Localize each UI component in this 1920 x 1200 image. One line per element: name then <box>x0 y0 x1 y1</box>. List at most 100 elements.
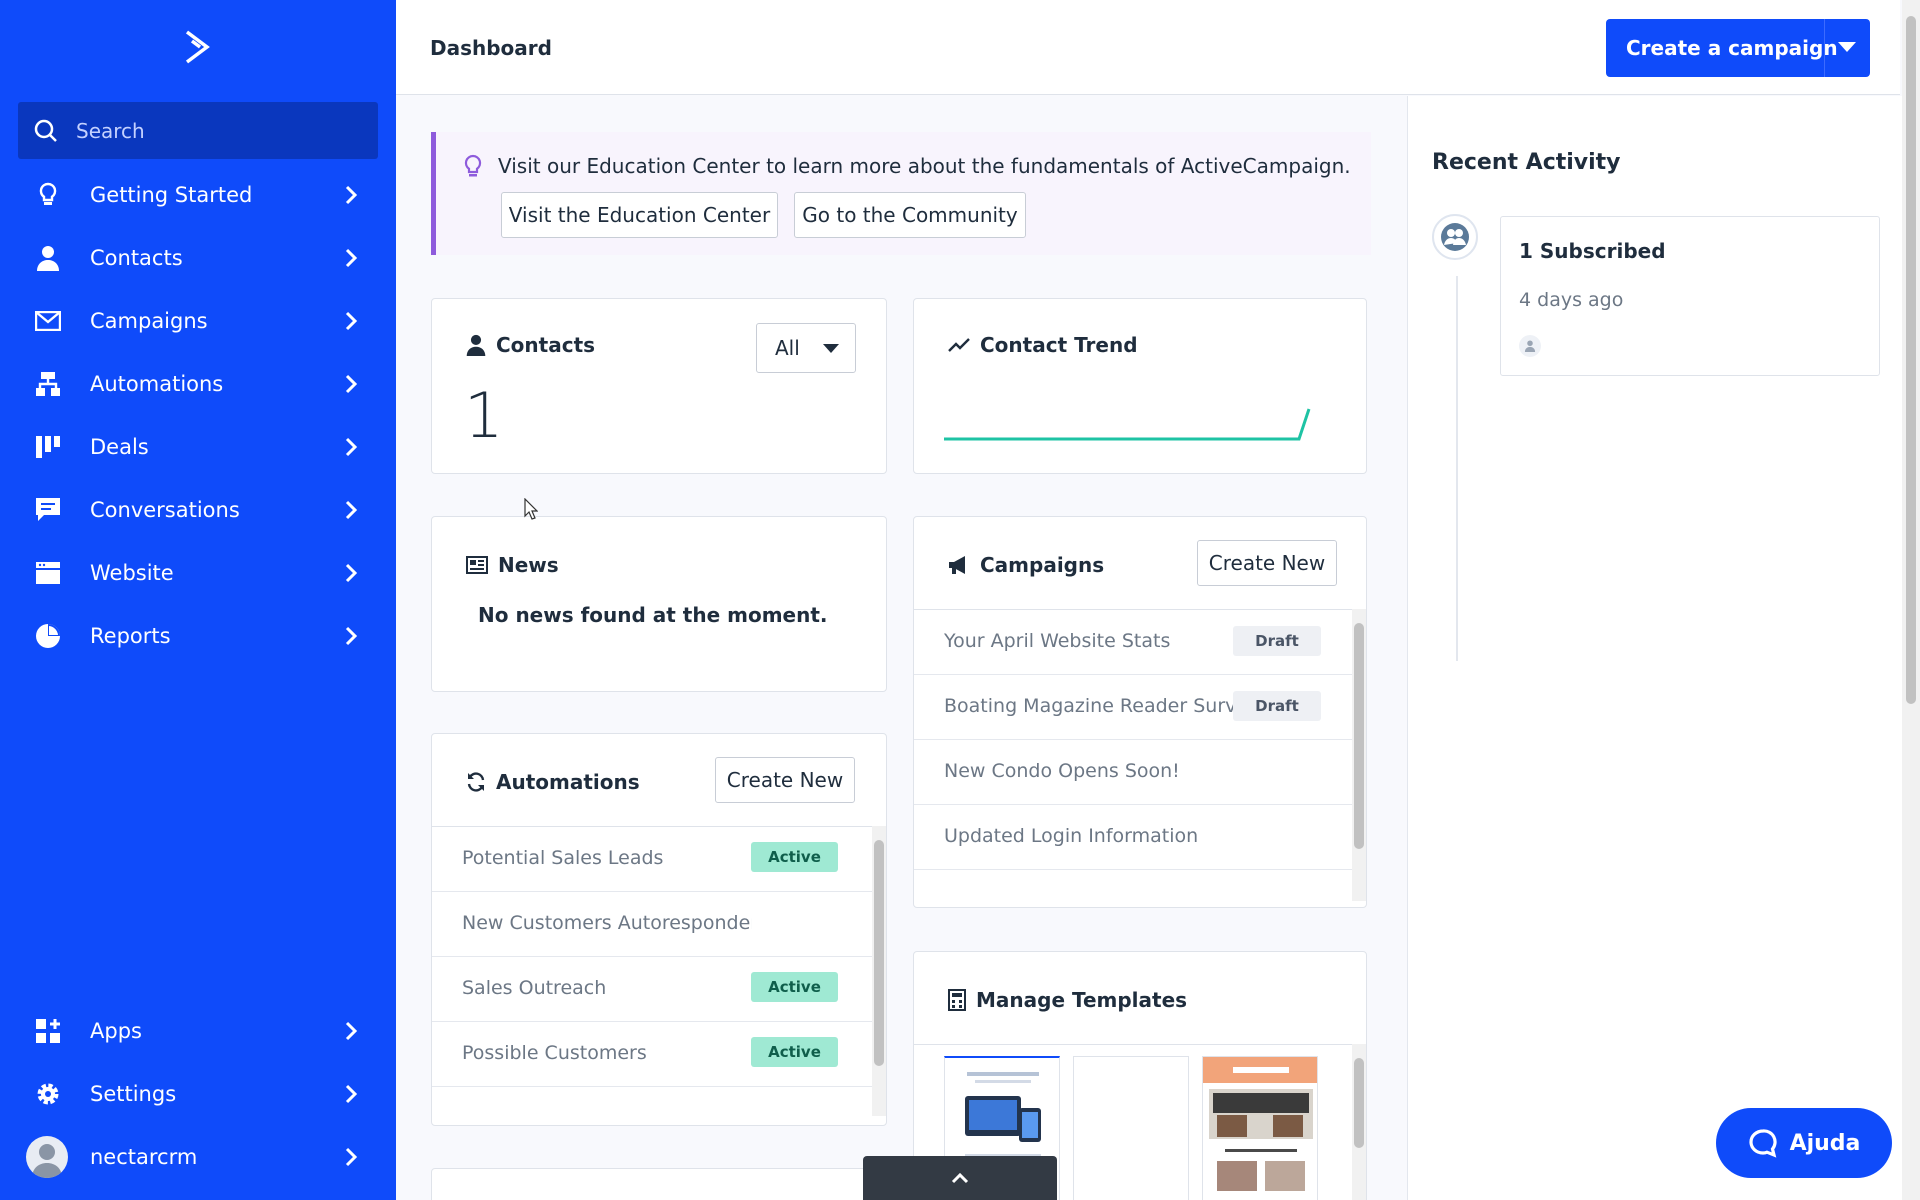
campaigns-title: Campaigns <box>980 553 1105 577</box>
campaign-name: Updated Login Information <box>944 825 1199 847</box>
sidebar-item-automations[interactable]: Automations <box>0 354 396 414</box>
sidebar-item-website[interactable]: Website <box>0 543 396 603</box>
person-icon <box>34 244 62 272</box>
status-badge: Active <box>751 842 838 872</box>
news-empty-message: No news found at the moment. <box>478 603 828 627</box>
sidebar-item-label: Apps <box>90 1019 142 1043</box>
contacts-group-icon <box>1432 214 1478 260</box>
list-item[interactable]: Sales Outreach Active <box>432 957 886 1022</box>
recent-activity-panel: Recent Activity 1 Subscribed 4 days ago <box>1407 96 1902 1200</box>
campaigns-list: Your April Website Stats Draft Boating M… <box>914 609 1366 907</box>
template-thumbnail[interactable] <box>1202 1056 1318 1200</box>
automations-scrollbar[interactable] <box>872 826 886 1116</box>
news-title: News <box>498 553 559 577</box>
search-box[interactable] <box>18 102 378 159</box>
templates-divider <box>914 1044 1366 1045</box>
lightbulb-icon <box>34 181 62 209</box>
templates-scrollbar[interactable] <box>1352 1044 1366 1200</box>
expand-panel-button[interactable] <box>863 1156 1057 1200</box>
page-scrollbar[interactable] <box>1902 0 1920 1200</box>
list-item[interactable]: Your April Website Stats Draft <box>914 610 1366 675</box>
button-divider <box>1824 19 1825 77</box>
status-badge: Draft <box>1233 626 1321 656</box>
create-campaign-button[interactable]: Create a campaign <box>1606 19 1870 77</box>
sidebar-item-label: Automations <box>90 372 224 396</box>
calculator-icon <box>948 989 966 1011</box>
automation-icon <box>34 370 62 398</box>
list-item[interactable]: New Condo Opens Soon! <box>914 740 1366 805</box>
contacts-filter-select[interactable]: All <box>756 323 856 373</box>
visit-education-center-button[interactable]: Visit the Education Center <box>501 192 778 238</box>
campaigns-card: Campaigns Create New Your April Website … <box>913 516 1367 908</box>
sidebar-item-account[interactable]: nectarcrm <box>0 1127 396 1187</box>
sidebar-item-contacts[interactable]: Contacts <box>0 228 396 288</box>
card-title: Manage Templates <box>948 988 1187 1012</box>
sidebar-item-label: Contacts <box>90 246 183 270</box>
automation-name: Potential Sales Leads <box>462 847 664 869</box>
newspaper-icon <box>466 556 488 574</box>
sidebar-item-settings[interactable]: Settings <box>0 1064 396 1124</box>
card-title: Contacts <box>466 333 595 357</box>
list-item[interactable] <box>432 1087 886 1125</box>
caret-down-icon[interactable] <box>1838 42 1856 52</box>
create-new-campaign-button[interactable]: Create New <box>1197 540 1337 586</box>
card-title: Campaigns <box>948 553 1104 577</box>
list-item[interactable]: New Customers Autoresponder <box>432 892 886 957</box>
contact-trend-card: Contact Trend <box>913 298 1367 474</box>
automations-card: Automations Create New Potential Sales L… <box>431 733 887 1126</box>
megaphone-icon <box>949 556 965 574</box>
contacts-count: 1 <box>464 379 504 452</box>
sidebar-item-deals[interactable]: Deals <box>0 417 396 477</box>
list-item[interactable]: Possible Customers Active <box>432 1022 886 1087</box>
card-title: Contact Trend <box>948 333 1138 357</box>
envelope-icon <box>34 307 62 335</box>
contacts-title: Contacts <box>496 333 596 357</box>
sidebar-item-getting-started[interactable]: Getting Started <box>0 165 396 225</box>
recent-activity-title: Recent Activity <box>1432 150 1621 175</box>
sidebar-item-reports[interactable]: Reports <box>0 606 396 666</box>
activecampaign-logo[interactable] <box>183 29 213 65</box>
help-button[interactable]: Ajuda <box>1716 1108 1892 1178</box>
automation-name: New Customers Autoresponder <box>462 912 752 934</box>
search-icon <box>34 119 57 142</box>
card-title: News <box>466 553 559 577</box>
person-icon <box>1519 335 1541 357</box>
search-input[interactable] <box>76 118 356 143</box>
sidebar-item-label: Deals <box>90 435 149 459</box>
pipeline-icon <box>34 433 62 461</box>
sidebar-item-apps[interactable]: Apps <box>0 1001 396 1061</box>
status-badge: Active <box>751 1037 838 1067</box>
go-to-community-button[interactable]: Go to the Community <box>794 192 1026 238</box>
template-thumbnail-blank[interactable] <box>1073 1056 1189 1200</box>
sidebar-item-label: Reports <box>90 624 171 648</box>
list-item[interactable]: Boating Magazine Reader Survey Draft <box>914 675 1366 740</box>
chevron-right-icon <box>345 248 358 268</box>
list-item[interactable]: Potential Sales Leads Active <box>432 827 886 892</box>
contact-trend-sparkline <box>944 408 1311 441</box>
chevron-right-icon <box>345 185 358 205</box>
chevron-up-icon <box>951 1172 969 1184</box>
list-item[interactable]: Updated Login Information <box>914 805 1366 870</box>
website-icon <box>34 559 62 587</box>
sidebar-item-conversations[interactable]: Conversations <box>0 480 396 540</box>
scrollbar-thumb[interactable] <box>1354 623 1364 849</box>
sidebar-item-label: Getting Started <box>90 183 253 207</box>
chat-bubble-icon <box>1748 1129 1777 1158</box>
create-campaign-label: Create a campaign <box>1626 36 1838 60</box>
sidebar-item-campaigns[interactable]: Campaigns <box>0 291 396 351</box>
scrollbar-thumb[interactable] <box>874 840 884 1066</box>
activity-item[interactable]: 1 Subscribed 4 days ago <box>1500 216 1880 376</box>
list-item[interactable] <box>914 870 1366 907</box>
scrollbar-thumb[interactable] <box>1354 1058 1364 1148</box>
activity-time: 4 days ago <box>1519 289 1624 311</box>
banner-text: Visit our Education Center to learn more… <box>498 154 1351 178</box>
next-card <box>431 1168 887 1200</box>
campaign-name: Boating Magazine Reader Survey <box>944 695 1234 717</box>
scrollbar-thumb[interactable] <box>1906 16 1916 704</box>
chevron-right-icon <box>345 1021 358 1041</box>
campaigns-scrollbar[interactable] <box>1352 609 1366 901</box>
mouse-cursor-icon <box>524 498 538 520</box>
top-header: Dashboard Create a campaign <box>396 0 1900 95</box>
campaign-name: New Condo Opens Soon! <box>944 760 1180 782</box>
create-new-automation-button[interactable]: Create New <box>715 757 855 803</box>
